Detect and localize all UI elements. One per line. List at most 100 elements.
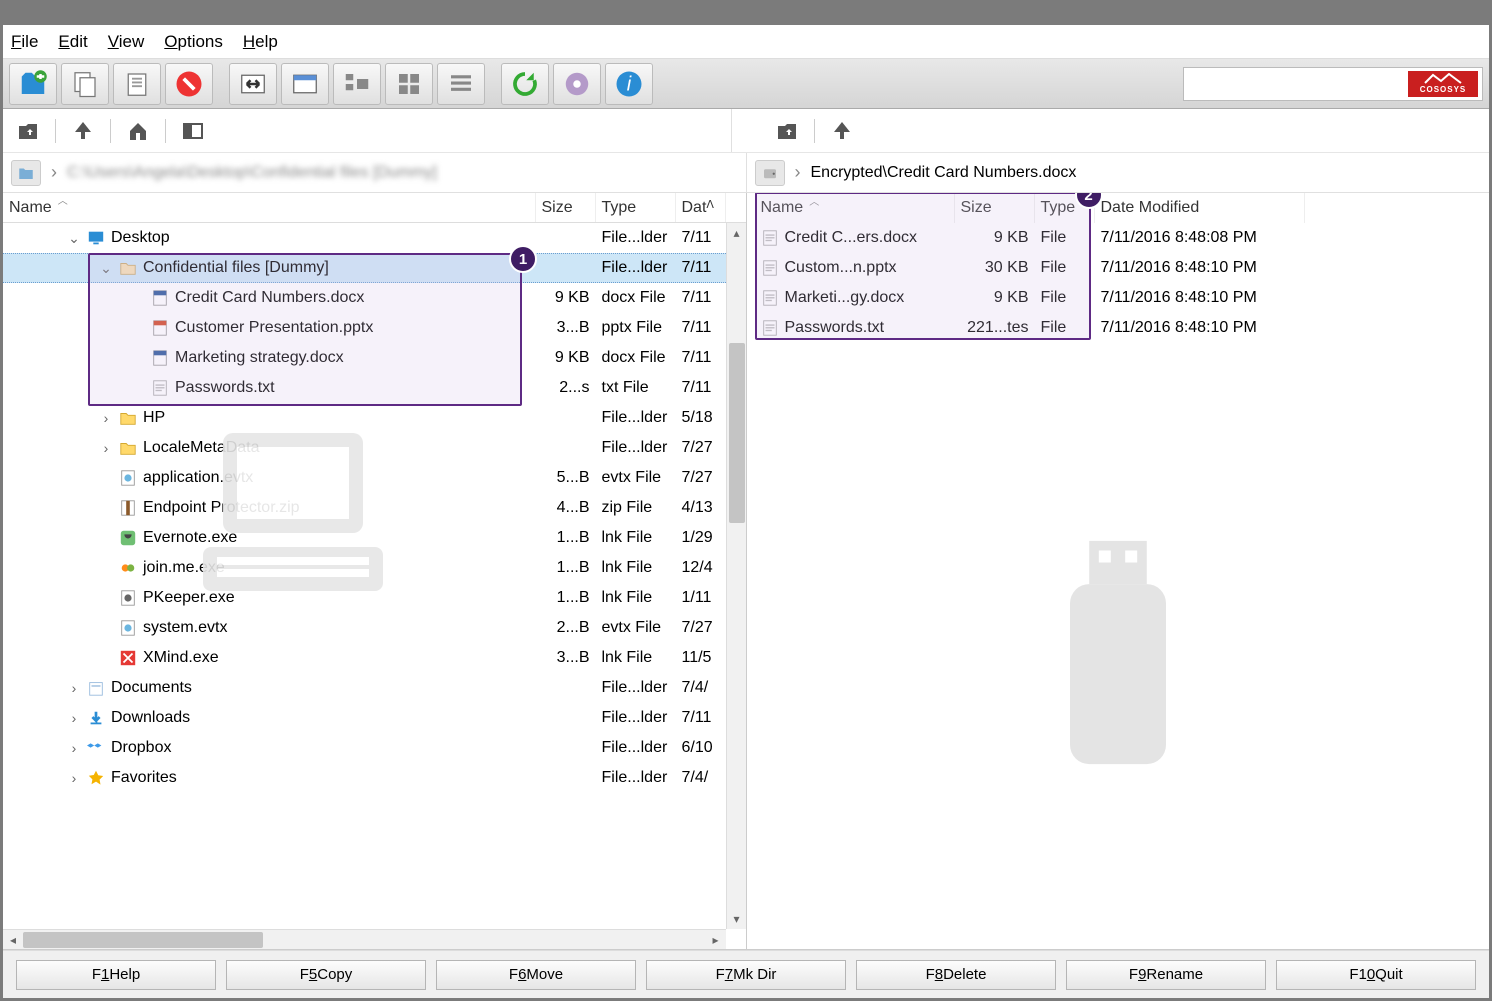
view-tree-button[interactable] <box>333 63 381 105</box>
folder-y-icon <box>119 409 137 427</box>
table-row[interactable]: XMind.exe3...Blnk File11/5 <box>3 643 746 673</box>
table-row[interactable]: ⌄DesktopFile...lder7/11 <box>3 223 746 253</box>
table-row[interactable]: Custom...n.pptx30 KBFile7/11/2016 8:48:1… <box>747 253 1490 283</box>
expand-toggle[interactable]: ⌄ <box>67 230 81 247</box>
copy-button[interactable] <box>61 63 109 105</box>
col-size-r[interactable]: Size <box>955 193 1035 223</box>
view-icons-button[interactable] <box>385 63 433 105</box>
nav-left <box>3 109 731 152</box>
f8-delete-button[interactable]: F8 Delete <box>856 960 1056 990</box>
table-row[interactable]: ›HPFile...lder5/18 <box>3 403 746 433</box>
menu-file[interactable]: File <box>11 32 38 52</box>
cell-size <box>536 446 596 450</box>
expand-toggle[interactable]: › <box>67 770 81 786</box>
f10-quit-button[interactable]: F10 Quit <box>1276 960 1476 990</box>
cell-date: 7/27 <box>676 437 726 459</box>
docx-icon <box>151 349 169 367</box>
f7-mkdir-button[interactable]: F7 Mk Dir <box>646 960 846 990</box>
file-name: Marketi...gy.docx <box>785 289 905 307</box>
table-row[interactable]: ›DownloadsFile...lder7/11 <box>3 703 746 733</box>
txt-icon <box>151 379 169 397</box>
file-name: Dropbox <box>111 739 171 757</box>
view-list-button[interactable] <box>437 63 485 105</box>
cell-type: docx File <box>596 287 676 309</box>
menu-options[interactable]: Options <box>164 32 223 52</box>
table-row[interactable]: Customer Presentation.pptx3...Bpptx File… <box>3 313 746 343</box>
col-date-r[interactable]: Date Modified <box>1095 193 1305 223</box>
table-row[interactable]: ⌄Confidential files [Dummy]File...lder7/… <box>3 253 746 283</box>
table-row[interactable]: application.evtx5...Bevtx File7/27 <box>3 463 746 493</box>
breadcrumb-right[interactable]: › Encrypted\Credit Card Numbers.docx <box>747 153 1490 192</box>
table-row[interactable]: Passwords.txt2...stxt File7/11 <box>3 373 746 403</box>
paste-button[interactable] <box>113 63 161 105</box>
table-row[interactable]: ›DocumentsFile...lder7/4/ <box>3 673 746 703</box>
table-row[interactable]: ›DropboxFile...lder6/10 <box>3 733 746 763</box>
table-row[interactable]: Marketi...gy.docx9 KBFile7/11/2016 8:48:… <box>747 283 1490 313</box>
table-row[interactable]: Passwords.txt221...tesFile7/11/2016 8:48… <box>747 313 1490 343</box>
menu-edit[interactable]: Edit <box>58 32 87 52</box>
right-filelist[interactable]: Name︿ Size Type Date Modified Credit C..… <box>747 193 1490 949</box>
table-row[interactable]: ›LocaleMetaDataFile...lder7/27 <box>3 433 746 463</box>
file-name: Credit Card Numbers.docx <box>175 289 364 307</box>
col-name[interactable]: Name︿ <box>3 193 536 222</box>
file-name: Passwords.txt <box>175 379 275 397</box>
table-row[interactable]: ›FavoritesFile...lder7/4/ <box>3 763 746 793</box>
table-row[interactable]: Evernote.exe1...Blnk File1/29 <box>3 523 746 553</box>
table-row[interactable]: Credit C...ers.docx9 KBFile7/11/2016 8:4… <box>747 223 1490 253</box>
up-folder-icon-right[interactable] <box>772 116 802 146</box>
file-name: Marketing strategy.docx <box>175 349 344 367</box>
view-details-button[interactable] <box>281 63 329 105</box>
cell-date: 7/4/ <box>676 677 726 699</box>
expand-toggle[interactable]: › <box>99 440 113 456</box>
table-row[interactable]: Credit Card Numbers.docx9 KBdocx File7/1… <box>3 283 746 313</box>
table-row[interactable]: Marketing strategy.docx9 KBdocx File7/11 <box>3 343 746 373</box>
swap-panes-button[interactable] <box>229 63 277 105</box>
expand-toggle[interactable]: › <box>99 410 113 426</box>
table-row[interactable]: Endpoint Protector.zip4...Bzip File4/13 <box>3 493 746 523</box>
docx-icon <box>151 289 169 307</box>
zip-icon <box>119 499 137 517</box>
col-type[interactable]: Type <box>596 193 676 222</box>
expand-toggle[interactable]: › <box>67 740 81 756</box>
col-name-r[interactable]: Name︿ <box>755 193 955 223</box>
left-filelist[interactable]: ⌄DesktopFile...lder7/11⌄Confidential fil… <box>3 223 746 949</box>
cancel-button[interactable] <box>165 63 213 105</box>
cell-type: File <box>1035 227 1095 249</box>
horizontal-scrollbar[interactable]: ◂ ▸ <box>3 929 726 949</box>
breadcrumb-left[interactable]: › C:\Users\Angela\Desktop\Confidential f… <box>3 153 747 192</box>
settings-button[interactable] <box>553 63 601 105</box>
info-button[interactable]: i <box>605 63 653 105</box>
table-row[interactable]: system.evtx2...Bevtx File7/27 <box>3 613 746 643</box>
menu-help[interactable]: Help <box>243 32 278 52</box>
doc-folder-icon <box>87 679 105 697</box>
evtx-icon <box>119 619 137 637</box>
col-size[interactable]: Size <box>536 193 596 222</box>
cell-date: 7/11 <box>676 227 726 249</box>
cell-size: 221...tes <box>955 317 1035 339</box>
table-row[interactable]: PKeeper.exe1...Blnk File1/11 <box>3 583 746 613</box>
up-folder-icon[interactable] <box>13 116 43 146</box>
root-icon[interactable] <box>68 116 98 146</box>
evernote-icon <box>119 529 137 547</box>
cell-type: evtx File <box>596 617 676 639</box>
root-icon-right[interactable] <box>827 116 857 146</box>
cell-date: 7/11/2016 8:48:10 PM <box>1095 317 1305 339</box>
f5-copy-button[interactable]: F5 Copy <box>226 960 426 990</box>
cell-date: 7/11 <box>676 257 726 279</box>
f9-rename-button[interactable]: F9 Rename <box>1066 960 1266 990</box>
menu-view[interactable]: View <box>108 32 145 52</box>
split-view-icon[interactable] <box>178 116 208 146</box>
refresh-button[interactable] <box>501 63 549 105</box>
expand-toggle[interactable]: ⌄ <box>99 260 113 277</box>
new-folder-button[interactable] <box>9 63 57 105</box>
col-date[interactable]: Datⴷ <box>676 193 726 222</box>
expand-toggle[interactable]: › <box>67 710 81 726</box>
cell-date: 7/11 <box>676 347 726 369</box>
home-icon[interactable] <box>123 116 153 146</box>
vertical-scrollbar[interactable]: ▴ ▾ <box>726 223 746 929</box>
expand-toggle[interactable]: › <box>67 680 81 696</box>
f1-help-button[interactable]: F1 Help <box>16 960 216 990</box>
table-row[interactable]: join.me.exe1...Blnk File12/4 <box>3 553 746 583</box>
file-name: XMind.exe <box>143 649 219 667</box>
f6-move-button[interactable]: F6 Move <box>436 960 636 990</box>
